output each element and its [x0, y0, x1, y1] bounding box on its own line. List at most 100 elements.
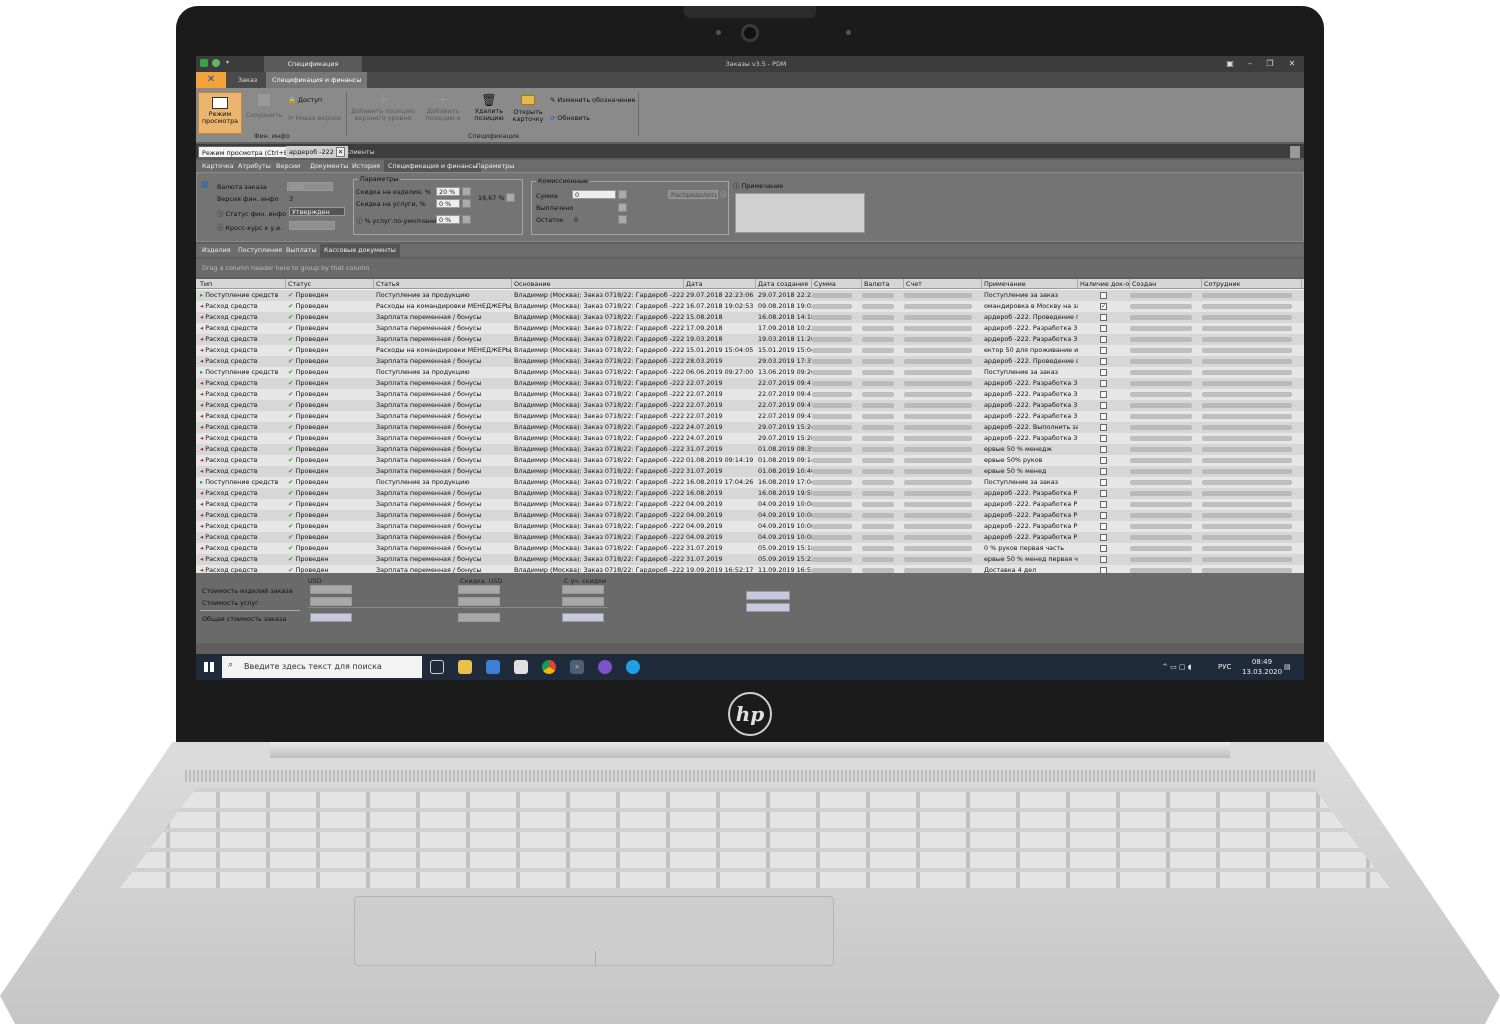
tab-clients[interactable]: Клиенты: [342, 146, 378, 158]
currency-field[interactable]: USD: [287, 182, 333, 191]
notes-textarea[interactable]: [735, 193, 865, 233]
store-icon[interactable]: [486, 660, 500, 674]
tab-payments[interactable]: Выплаты: [282, 244, 320, 257]
has-docs-checkbox[interactable]: [1100, 424, 1107, 431]
table-row[interactable]: ◂ Расход средств ✔ Проведен Зарплата перем…: [196, 400, 1304, 411]
has-docs-checkbox[interactable]: [1100, 325, 1107, 332]
table-row[interactable]: ◂ Расход средств ✔ Проведен Зарплата перем…: [196, 532, 1304, 543]
has-docs-checkbox[interactable]: [1100, 314, 1107, 321]
has-docs-checkbox[interactable]: [1100, 347, 1107, 354]
mail-icon[interactable]: [514, 660, 528, 674]
column-header[interactable]: Статус: [286, 279, 374, 289]
has-docs-checkbox[interactable]: [1100, 501, 1107, 508]
rate-field[interactable]: [289, 221, 335, 230]
rename-button[interactable]: ✎ Изменить обозначение: [550, 96, 635, 104]
close-icon[interactable]: ✕: [1282, 56, 1302, 72]
table-row[interactable]: ◂ Расход средств ✔ Проведен Зарплата перем…: [196, 466, 1304, 477]
column-header[interactable]: Создан: [1130, 279, 1202, 289]
has-docs-checkbox[interactable]: [1100, 457, 1107, 464]
table-row[interactable]: ◂ Расход средств ✔ Проведен Зарплата перем…: [196, 411, 1304, 422]
checkbox[interactable]: [201, 181, 208, 188]
view-mode-button[interactable]: Режим просмотра: [198, 92, 242, 134]
has-docs-checkbox[interactable]: [1100, 369, 1107, 376]
column-header[interactable]: Примечание: [982, 279, 1078, 289]
has-docs-checkbox[interactable]: [1100, 413, 1107, 420]
spin-button[interactable]: [618, 215, 627, 224]
has-docs-checkbox[interactable]: [1100, 292, 1107, 299]
spin-button[interactable]: [462, 199, 471, 208]
spin-button[interactable]: [618, 190, 627, 199]
table-row[interactable]: ◂ Расход средств ✔ Проведен Зарплата перем…: [196, 488, 1304, 499]
maximize-icon[interactable]: ❐: [1260, 56, 1280, 72]
column-header[interactable]: Валюта: [862, 279, 904, 289]
column-header[interactable]: Счет: [904, 279, 982, 289]
has-docs-checkbox[interactable]: [1100, 336, 1107, 343]
column-header[interactable]: Статья: [374, 279, 512, 289]
column-header[interactable]: Сумма: [812, 279, 862, 289]
tab-items[interactable]: Изделия: [198, 244, 235, 257]
table-row[interactable]: ◂ Расход средств ✔ Проведен Зарплата перем…: [196, 422, 1304, 433]
has-docs-checkbox[interactable]: [1100, 512, 1107, 519]
has-docs-checkbox[interactable]: [1100, 468, 1107, 475]
has-docs-checkbox[interactable]: [1100, 534, 1107, 541]
table-row[interactable]: ◂ Расход средств ✔ Проведен Зарплата перем…: [196, 543, 1304, 554]
table-row[interactable]: ◂ Расход средств ✔ Проведен Зарплата перем…: [196, 444, 1304, 455]
open-card-button[interactable]: Открыть карточку: [510, 94, 546, 124]
tab-cash-documents[interactable]: Кассовые документы: [320, 244, 400, 257]
spin-button[interactable]: [618, 203, 627, 212]
has-docs-checkbox[interactable]: ✓: [1100, 303, 1107, 310]
column-header[interactable]: Основание: [512, 279, 684, 289]
table-row[interactable]: ◂ Расход средств ✔ Проведен Зарплата перем…: [196, 312, 1304, 323]
disc-items-field[interactable]: 20 %: [436, 187, 460, 196]
has-docs-checkbox[interactable]: [1100, 523, 1107, 530]
tab-history[interactable]: История: [348, 160, 384, 172]
status-select[interactable]: Утвержден: [289, 207, 345, 216]
sum-field[interactable]: 0: [572, 190, 616, 199]
column-header[interactable]: Тип: [198, 279, 286, 289]
has-docs-checkbox[interactable]: [1100, 545, 1107, 552]
viber-icon[interactable]: [598, 660, 612, 674]
taskbar-search-input[interactable]: Введите здесь текст для поиска: [222, 656, 422, 678]
table-row[interactable]: ◂ Расход средств ✔ Проведен Зарплата перем…: [196, 510, 1304, 521]
tab-spec-finance[interactable]: Спецификация и финансы: [266, 72, 368, 88]
table-row[interactable]: ◂ Расход средств ✔ Проведен Зарплата перем…: [196, 455, 1304, 466]
task-view-icon[interactable]: [430, 660, 444, 674]
table-row[interactable]: ◂ Расход средств ✔ Проведен Зарплата перем…: [196, 521, 1304, 532]
table-row[interactable]: ◂ Расход средств ✔ Проведен Расходы на ком…: [196, 301, 1304, 312]
restore-icon[interactable]: ▣: [1220, 56, 1240, 72]
tab-parameters[interactable]: Параметры: [472, 160, 518, 172]
table-row[interactable]: ◂ Расход средств ✔ Проведен Зарплата перем…: [196, 323, 1304, 334]
services-field[interactable]: 0 %: [436, 215, 460, 224]
has-docs-checkbox[interactable]: [1100, 446, 1107, 453]
add-top-level-button[interactable]: ＋ Добавить позицию верхнего уровня: [350, 93, 416, 123]
tab-order-doc[interactable]: ардероб -222 ✕: [286, 146, 349, 158]
tab-order[interactable]: Заказ: [232, 72, 263, 88]
language-indicator[interactable]: РУС: [1218, 654, 1231, 680]
file-explorer-icon[interactable]: [458, 660, 472, 674]
has-docs-checkbox[interactable]: [1100, 479, 1107, 486]
add-position-button[interactable]: ＋ Добавить позицию в: [420, 93, 466, 123]
distribute-button[interactable]: Распределить: [668, 190, 718, 199]
app-menu-icon[interactable]: ✕: [196, 72, 226, 88]
table-row[interactable]: ◂ Расход средств ✔ Проведен Зарплата перем…: [196, 378, 1304, 389]
has-docs-checkbox[interactable]: [1100, 402, 1107, 409]
column-header[interactable]: Наличие док-ов: [1078, 279, 1130, 289]
spin-button[interactable]: [506, 193, 515, 202]
save-button[interactable]: Сохранить: [246, 94, 282, 119]
disc-services-field[interactable]: 0 %: [436, 199, 460, 208]
tab-receipts[interactable]: Поступления: [234, 244, 286, 257]
table-row[interactable]: ◂ Расход средств ✔ Проведен Зарплата перем…: [196, 433, 1304, 444]
tab-versions[interactable]: Версии: [272, 160, 304, 172]
clock[interactable]: 08:49 13.03.2020: [1242, 657, 1282, 680]
windows-start-icon[interactable]: [204, 662, 214, 672]
skype-icon[interactable]: [626, 660, 640, 674]
table-row[interactable]: ◂ Расход средств ✔ Проведен Расходы на ком…: [196, 345, 1304, 356]
delete-position-button[interactable]: 🗑 Удалить позицию: [470, 93, 508, 123]
spin-button[interactable]: [462, 215, 471, 224]
column-header[interactable]: Дата: [684, 279, 756, 289]
notification-icon[interactable]: ▤: [1284, 654, 1291, 680]
table-row[interactable]: ◂ Расход средств ✔ Проведен Зарплата перем…: [196, 389, 1304, 400]
tab-card[interactable]: Карточка: [198, 160, 238, 172]
table-row[interactable]: ◂ Расход средств ✔ Проведен Зарплата перем…: [196, 334, 1304, 345]
column-header[interactable]: Сотрудник: [1202, 279, 1302, 289]
